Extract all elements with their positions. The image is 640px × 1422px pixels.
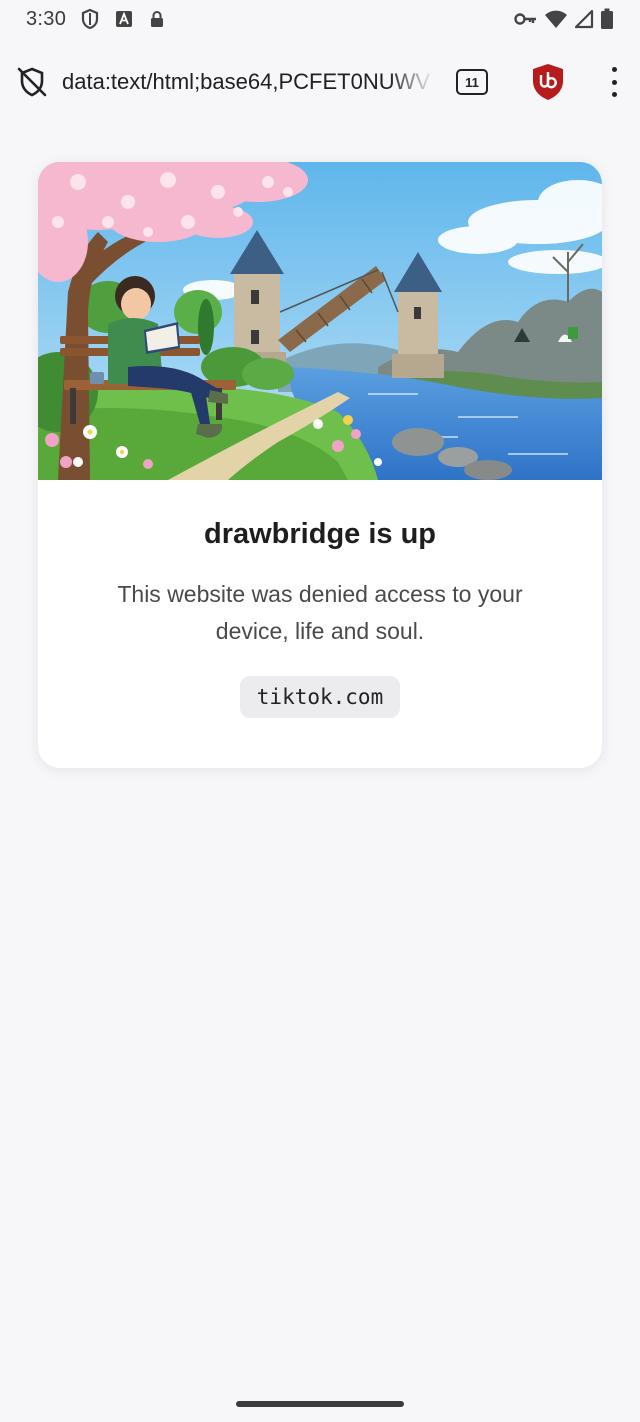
ublock-origin-icon[interactable] [530, 63, 566, 101]
status-time: 3:30 [26, 7, 67, 30]
overflow-menu-icon[interactable] [610, 67, 618, 97]
blocked-page-card: drawbridge is up This website was denied… [38, 162, 602, 768]
blocked-domain-badge: tiktok.com [240, 676, 400, 718]
tab-counter-button[interactable]: 11 [456, 69, 488, 95]
font-a-icon [114, 9, 134, 29]
battery-icon [600, 8, 614, 30]
browser-toolbar: data:text/html;base64,PCFET0NUWV 11 [0, 44, 640, 120]
url-bar[interactable]: data:text/html;base64,PCFET0NUWV [62, 62, 434, 102]
gesture-navigation-bar[interactable] [236, 1401, 404, 1407]
lock-icon [148, 9, 166, 29]
page-title: drawbridge is up [203, 518, 437, 550]
tracking-protection-off-icon[interactable] [16, 66, 48, 98]
hero-illustration [38, 162, 602, 480]
wifi-icon [544, 9, 568, 29]
signal-icon [574, 9, 594, 29]
status-bar: 3:30 [0, 0, 640, 38]
shield-outline-icon [80, 8, 100, 30]
page-description: This website was denied access to your d… [117, 581, 523, 644]
vpn-key-icon [514, 11, 538, 27]
